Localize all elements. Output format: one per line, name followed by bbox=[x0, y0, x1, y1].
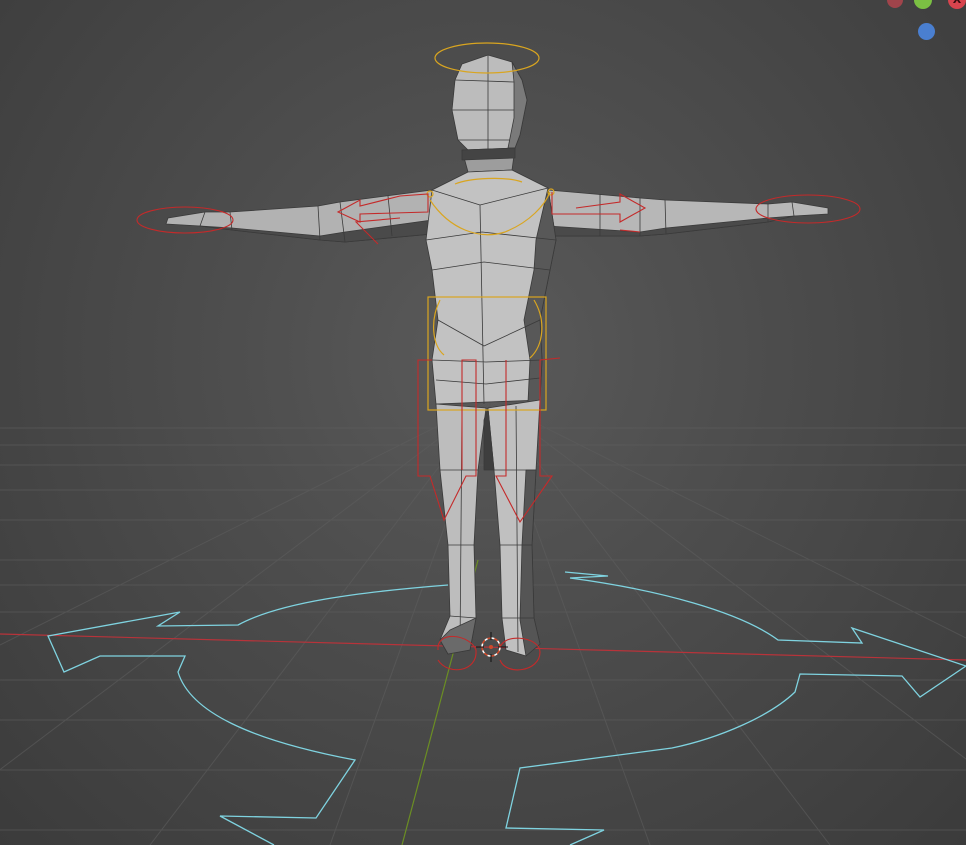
floor-grid bbox=[0, 399, 966, 845]
character-mesh[interactable] bbox=[165, 54, 829, 657]
3d-cursor[interactable] bbox=[476, 632, 508, 662]
gizmo-z-axis-icon[interactable] bbox=[918, 23, 935, 40]
gizmo-x-label: X bbox=[953, 0, 961, 6]
viewport-scene bbox=[0, 42, 966, 845]
3d-viewport[interactable]: X bbox=[0, 0, 966, 845]
